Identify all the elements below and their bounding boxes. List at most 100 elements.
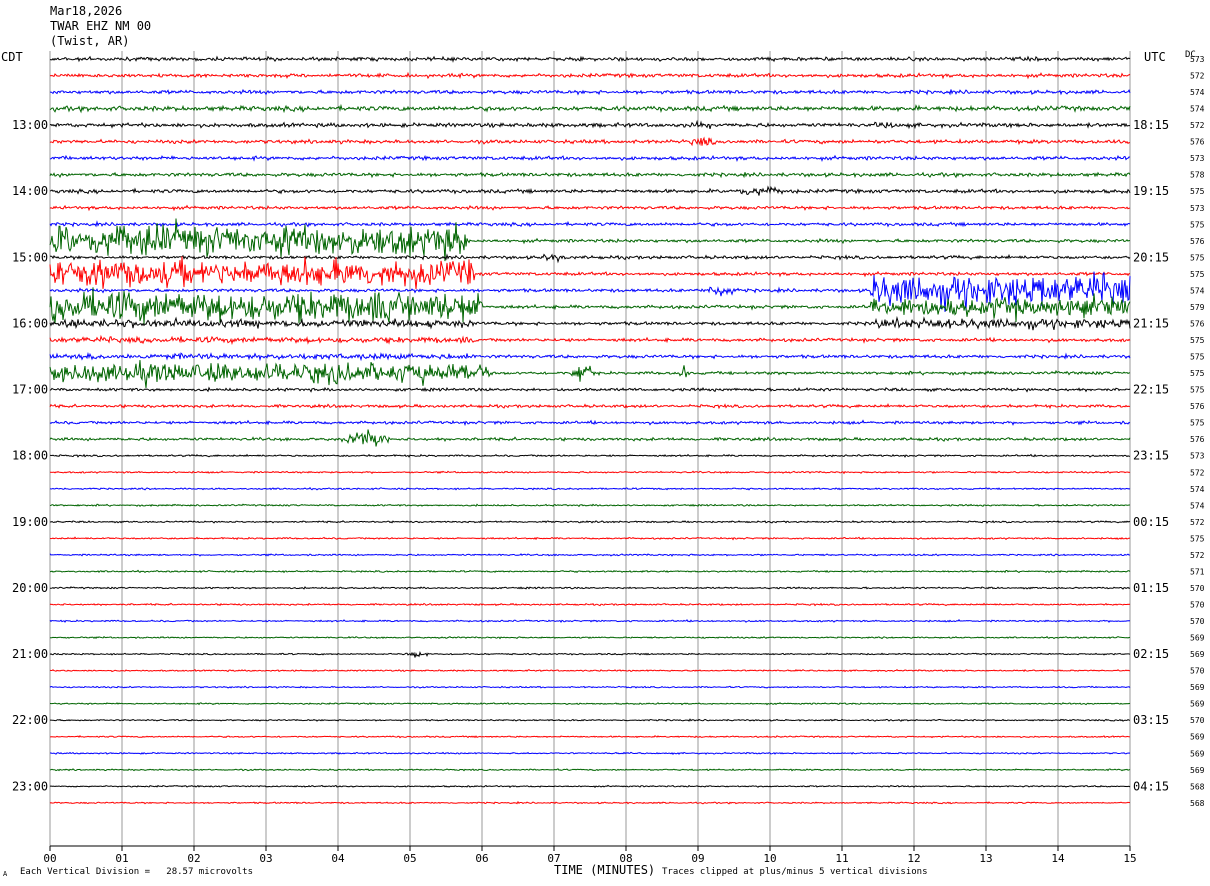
dc-offset-value: 570 <box>1190 617 1205 626</box>
dc-offset-value: 568 <box>1190 799 1205 808</box>
dc-offset-value: 572 <box>1190 72 1205 81</box>
right-hour-label: 03:15 <box>1133 713 1169 727</box>
x-tick-label: 12 <box>907 852 920 865</box>
helicorder-plot: 00 01 02 03 04 05 06 07 08 09 10 11 12 13 14 1557357257… <box>12 51 1205 865</box>
seismic-trace <box>49 71 1131 80</box>
left-hour-label: 21:00 <box>12 647 48 661</box>
clip-note: Traces clipped at plus/minus 5 vertical … <box>662 867 928 877</box>
left-hour-label: 22:00 <box>12 713 48 727</box>
seismic-trace <box>49 486 1131 491</box>
right-hour-label: 22:15 <box>1133 383 1169 397</box>
seismic-trace <box>49 602 1131 607</box>
seismic-trace <box>49 685 1131 689</box>
dc-offset-value: 575 <box>1190 187 1205 196</box>
right-hour-label: 02:15 <box>1133 647 1169 661</box>
seismic-trace <box>49 784 1131 789</box>
x-tick-label: 09 <box>691 852 704 865</box>
dc-offset-value: 575 <box>1190 270 1205 279</box>
seismic-traces <box>49 55 1131 805</box>
dc-offset-value: 574 <box>1190 105 1205 114</box>
left-hour-label: 20:00 <box>12 581 48 595</box>
dc-offset-value: 569 <box>1190 749 1205 758</box>
left-hour-label: 13:00 <box>12 118 48 132</box>
seismic-trace <box>49 103 1131 114</box>
dc-offset-value: 573 <box>1190 154 1205 163</box>
seismic-trace <box>49 635 1131 640</box>
dc-offset-value: 572 <box>1190 121 1205 130</box>
dc-offset-value: 573 <box>1190 55 1205 64</box>
dc-offset-value: 573 <box>1190 204 1205 213</box>
seismic-trace <box>49 253 1131 264</box>
seismic-trace <box>49 351 1131 362</box>
dc-offset-value: 574 <box>1190 286 1205 295</box>
seismic-trace <box>49 287 1131 324</box>
seismic-trace <box>49 204 1131 212</box>
seismic-trace <box>49 800 1131 805</box>
dc-offset-value: 576 <box>1190 435 1205 444</box>
seismic-trace <box>50 453 1131 458</box>
seismic-trace <box>49 470 1131 475</box>
dc-offset-value: 571 <box>1190 567 1205 576</box>
dc-offset-value: 575 <box>1190 386 1205 395</box>
seismic-trace <box>49 119 1131 130</box>
seismic-trace <box>50 735 1131 739</box>
left-hour-label: 17:00 <box>12 383 48 397</box>
seismic-trace <box>49 650 1131 658</box>
right-hour-label: 21:15 <box>1133 316 1169 330</box>
x-tick-label: 10 <box>763 852 776 865</box>
dc-offset-value: 575 <box>1190 336 1205 345</box>
dc-offset-value: 575 <box>1190 253 1205 262</box>
dc-offset-value: 570 <box>1190 716 1205 725</box>
seismic-trace <box>49 669 1131 673</box>
dc-offset-value: 569 <box>1190 650 1205 659</box>
left-hour-label: 15:00 <box>12 250 48 264</box>
seismic-trace <box>49 220 1131 228</box>
seismic-trace <box>49 185 1131 196</box>
right-hour-label: 18:15 <box>1133 118 1169 132</box>
seismic-trace <box>49 619 1131 624</box>
left-hour-label: 19:00 <box>12 515 48 529</box>
seismic-trace <box>49 702 1131 706</box>
dc-offset-value: 576 <box>1190 402 1205 411</box>
right-hour-label: 20:15 <box>1133 250 1169 264</box>
dc-offset-value: 576 <box>1190 237 1205 246</box>
seismic-trace <box>50 569 1131 574</box>
minute-gridlines <box>49 51 1131 851</box>
scale-note: Each Vertical Division = 28.57 microvolt… <box>20 867 253 877</box>
footer-corner-mark: A <box>3 870 8 878</box>
dc-offset-value: 569 <box>1190 766 1205 775</box>
x-tick-label: 05 <box>403 852 416 865</box>
seismic-trace <box>50 751 1131 755</box>
seismic-trace <box>49 360 1131 388</box>
seismic-trace <box>49 429 1131 447</box>
seismic-trace <box>49 154 1131 163</box>
dc-offset-value: 575 <box>1190 419 1205 428</box>
dc-offset-value: 575 <box>1190 353 1205 362</box>
left-hour-label: 23:00 <box>12 779 48 793</box>
seismic-trace <box>49 419 1131 427</box>
dc-offset-value: 574 <box>1190 88 1205 97</box>
dc-offset-value: 568 <box>1190 782 1205 791</box>
seismic-trace <box>49 171 1131 179</box>
seismic-trace <box>49 553 1131 557</box>
left-hour-label: 14:00 <box>12 184 48 198</box>
x-tick-label: 02 <box>187 852 200 865</box>
seismic-trace <box>49 55 1131 63</box>
dc-offset-value: 572 <box>1190 468 1205 477</box>
left-hour-label: 18:00 <box>12 449 48 463</box>
right-hour-label: 00:15 <box>1133 515 1169 529</box>
dc-offset-value: 575 <box>1190 369 1205 378</box>
x-tick-label: 03 <box>259 852 272 865</box>
x-tick-label: 11 <box>835 852 848 865</box>
dc-offset-value: 570 <box>1190 667 1205 676</box>
dc-offset-value: 576 <box>1190 138 1205 147</box>
right-hour-label: 19:15 <box>1133 184 1169 198</box>
seismic-trace <box>49 88 1131 96</box>
dc-offset-value: 569 <box>1190 733 1205 742</box>
left-hour-label: 16:00 <box>12 316 48 330</box>
x-tick-label: 04 <box>331 852 345 865</box>
dc-offset-value: 578 <box>1190 171 1205 180</box>
right-hour-label: 01:15 <box>1133 581 1169 595</box>
dc-offset-value: 572 <box>1190 518 1205 527</box>
dc-offset-value: 575 <box>1190 534 1205 543</box>
